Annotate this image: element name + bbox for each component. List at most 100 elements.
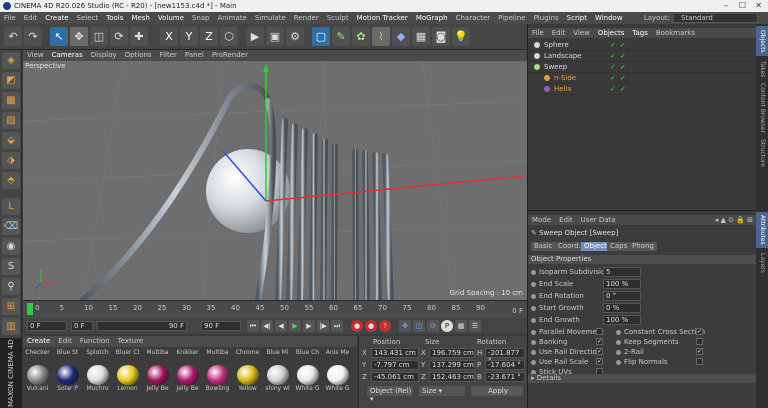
object-row[interactable]: Sweep ✓ ✓: [528, 62, 757, 73]
side-tab-structure[interactable]: Structure: [756, 136, 768, 170]
layout-select[interactable]: Standard: [673, 13, 758, 23]
attr-prop-field[interactable]: 0 %: [603, 303, 641, 313]
prev-frame-icon[interactable]: ◀: [275, 320, 287, 332]
visibility-check-icon[interactable]: ✓: [610, 84, 616, 95]
rotate-tool-icon[interactable]: ⟳: [110, 27, 128, 46]
menu-tools[interactable]: Tools: [102, 12, 127, 24]
attr-tab[interactable]: Caps: [607, 242, 631, 251]
menu-edit[interactable]: Edit: [20, 12, 42, 24]
obj-menu-bookmarks[interactable]: Bookmarks: [652, 28, 699, 38]
prev-key-icon[interactable]: ◀|: [261, 320, 273, 332]
size-field[interactable]: 137.299 cm: [429, 360, 475, 370]
animate-dot-icon[interactable]: [616, 359, 621, 365]
attr-nav-icons[interactable]: ◂ ▲ ⊙ 🔒 ⊞: [715, 215, 753, 225]
side-tab-attributes[interactable]: Attributes: [756, 212, 768, 248]
render-check-icon[interactable]: ✓: [620, 40, 626, 51]
maximize-icon[interactable]: ☐: [739, 0, 746, 12]
material-swatch[interactable]: Jelly Be: [145, 365, 170, 395]
edges-mode-icon[interactable]: ⬗: [2, 152, 20, 169]
key-pla-icon[interactable]: ▦: [455, 320, 467, 332]
redo-icon[interactable]: ↷: [24, 27, 42, 46]
viewport-menu-cameras[interactable]: Cameras: [48, 50, 87, 61]
solo-icon[interactable]: ◉: [2, 238, 20, 255]
object-row[interactable]: Sphere ✓ ✓: [528, 40, 757, 51]
attr-tab[interactable]: Object: [581, 242, 610, 251]
menu-snap[interactable]: Snap: [188, 12, 214, 24]
quantize-icon[interactable]: ⚲: [2, 278, 20, 295]
animate-dot-icon[interactable]: [616, 329, 621, 335]
current-frame-field[interactable]: 0 F: [71, 321, 93, 331]
material-menu-texture[interactable]: Texture: [114, 336, 148, 347]
attr-prop-field[interactable]: 0 °: [603, 291, 641, 301]
size-field[interactable]: 196.759 cm: [429, 348, 475, 358]
scale-tool-icon[interactable]: ◫: [90, 27, 108, 46]
menu-character[interactable]: Character: [452, 12, 495, 24]
keyframe-selection-icon[interactable]: ?: [379, 320, 391, 332]
obj-menu-view[interactable]: View: [569, 28, 594, 38]
animate-dot-icon[interactable]: [531, 339, 536, 345]
attr-checkbox[interactable]: ✓: [596, 338, 603, 345]
menu-mograph[interactable]: MoGraph: [412, 12, 452, 24]
animate-dot-icon[interactable]: [531, 293, 536, 299]
viewport-menu-view[interactable]: View: [23, 50, 48, 61]
menu-plugins[interactable]: Plugins: [530, 12, 563, 24]
generator-icon[interactable]: ✿: [352, 27, 370, 46]
deformer-icon[interactable]: ⌇: [372, 27, 390, 46]
menu-window[interactable]: Window: [591, 12, 627, 24]
viewport-menu-display[interactable]: Display: [87, 50, 121, 61]
menu-select[interactable]: Select: [73, 12, 103, 24]
attr-menu-edit[interactable]: Edit: [555, 216, 577, 224]
size-mode-select[interactable]: Size ▾: [419, 386, 465, 396]
end-frame-field[interactable]: 90 F: [201, 321, 241, 331]
snap-icon[interactable]: S: [2, 258, 20, 275]
menu-render[interactable]: Render: [290, 12, 323, 24]
rotation-field[interactable]: -23.671 °: [485, 372, 525, 382]
attr-tab[interactable]: Phong: [629, 242, 657, 251]
render-view-icon[interactable]: ▶: [246, 27, 264, 46]
material-menu-function[interactable]: Function: [76, 336, 114, 347]
material-swatch[interactable]: Lemon: [115, 365, 140, 395]
menu-animate[interactable]: Animate: [214, 12, 251, 24]
go-to-start-icon[interactable]: ⏮: [247, 320, 259, 332]
attr-prop-field[interactable]: 100 %: [603, 315, 641, 325]
render-picture-viewer-icon[interactable]: ▣: [266, 27, 284, 46]
key-param-icon[interactable]: P: [441, 320, 453, 332]
position-field[interactable]: 143.431 cm: [371, 348, 419, 358]
attr-checkbox[interactable]: ✓: [696, 328, 703, 335]
render-check-icon[interactable]: ✓: [620, 62, 626, 73]
material-swatch[interactable]: Bowling: [205, 365, 230, 395]
material-swatch[interactable]: shiny wl: [265, 365, 290, 395]
key-position-icon[interactable]: ✥: [399, 320, 411, 332]
menu-pipeline[interactable]: Pipeline: [494, 12, 529, 24]
animate-dot-icon[interactable]: [616, 349, 621, 355]
model-mode-icon[interactable]: ◩: [2, 72, 20, 89]
key-scale-icon[interactable]: ◫: [413, 320, 425, 332]
attr-checkbox[interactable]: ✓: [596, 348, 603, 355]
position-field[interactable]: -45.061 cm: [371, 372, 419, 382]
menu-file[interactable]: File: [0, 12, 20, 24]
menu-script[interactable]: Script: [563, 12, 591, 24]
material-swatch[interactable]: Solar P: [55, 365, 80, 395]
animate-dot-icon[interactable]: [531, 269, 536, 275]
animate-dot-icon[interactable]: [531, 359, 536, 365]
visibility-check-icon[interactable]: ✓: [610, 51, 616, 62]
apply-button[interactable]: Apply: [471, 386, 523, 396]
object-row[interactable]: n-Side ✓ ✓: [528, 73, 757, 84]
material-swatch[interactable]: Jelly Be: [175, 365, 200, 395]
side-tab-content-browser[interactable]: Content Browser: [756, 82, 768, 134]
material-swatch[interactable]: White G: [295, 365, 320, 395]
obj-menu-edit[interactable]: Edit: [548, 28, 570, 38]
material-swatch[interactable]: Yellow: [235, 365, 260, 395]
render-check-icon[interactable]: ✓: [620, 84, 626, 95]
rotation-field[interactable]: -201.877 °: [485, 348, 525, 365]
y-axis-icon[interactable]: Y: [180, 27, 198, 46]
attr-checkbox[interactable]: [596, 328, 603, 335]
menu-mesh[interactable]: Mesh: [127, 12, 153, 24]
make-editable-icon[interactable]: ◈: [2, 52, 20, 69]
animate-dot-icon[interactable]: [531, 305, 536, 311]
object-row[interactable]: Landscape ✓ ✓: [528, 51, 757, 62]
polygons-mode-icon[interactable]: ⬘: [2, 172, 20, 189]
attr-tab[interactable]: Coord.: [555, 242, 584, 251]
camera-icon[interactable]: ◙: [432, 27, 450, 46]
attr-menu-mode[interactable]: Mode: [528, 216, 555, 224]
